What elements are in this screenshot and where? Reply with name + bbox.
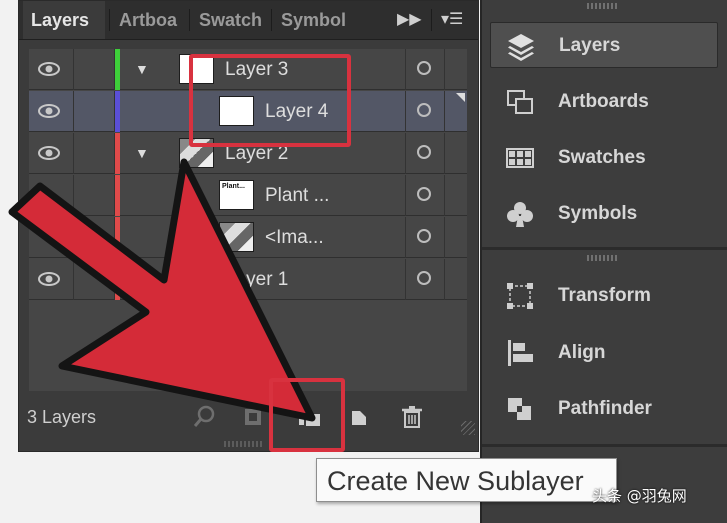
highlight-box-sublayer-button (269, 378, 345, 452)
watermark: 头条 @羽兔网 (592, 487, 687, 505)
tooltip-text: Create New Sublayer (327, 466, 584, 496)
red-pointer-arrow-icon (8, 158, 316, 422)
tooltip: Create New Sublayer (316, 458, 617, 502)
